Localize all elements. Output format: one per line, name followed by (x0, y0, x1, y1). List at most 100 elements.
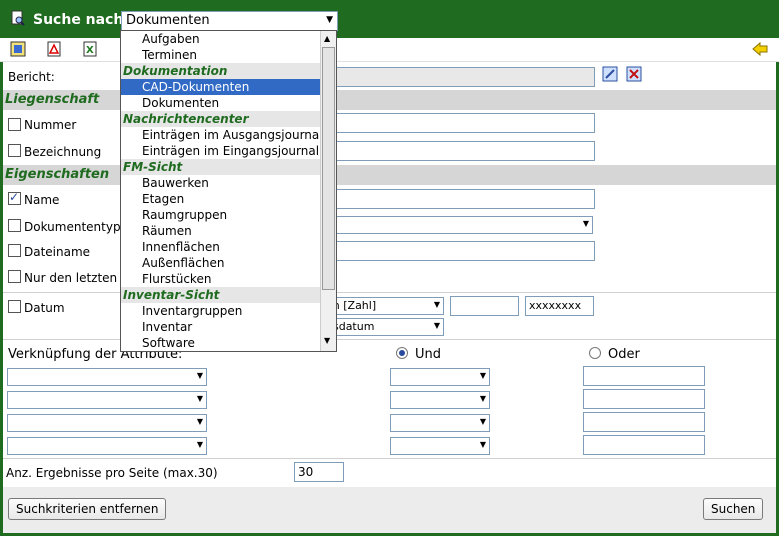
attr-select-1[interactable]: ▼ (7, 368, 207, 386)
divider (3, 292, 776, 293)
dateiname-input[interactable] (322, 241, 595, 261)
dropdown-option[interactable]: Außenflächen (121, 255, 336, 271)
datum-checkbox[interactable] (8, 300, 21, 313)
datum-value-input[interactable] (450, 296, 519, 316)
attr-value-input-1[interactable] (583, 366, 705, 386)
excel-icon[interactable]: X (82, 41, 98, 57)
attr-value-input-3[interactable] (583, 412, 705, 432)
bezeichnung-label: Bezeichnung (24, 145, 102, 159)
scroll-down-icon[interactable]: ▼ (324, 336, 330, 345)
dateiname-label: Dateiname (24, 245, 91, 259)
und-label: Und (415, 347, 442, 362)
section-liegenschaft: Liegenschaft (3, 90, 776, 110)
dropdown-option[interactable]: Terminen (121, 47, 336, 63)
chevron-down-icon: ▼ (433, 321, 440, 330)
attr-op-select-1[interactable]: ▼ (390, 368, 490, 386)
und-radio[interactable] (396, 347, 408, 359)
bericht-field (322, 67, 595, 87)
bezeichnung-input[interactable] (322, 141, 595, 161)
dropdown-option[interactable]: Etagen (121, 191, 336, 207)
search-type-select[interactable]: Dokumenten ▼ (121, 11, 338, 31)
section-eigenschaften: Eigenschaften (3, 165, 776, 185)
name-label: Name (24, 193, 60, 207)
bezeichnung-checkbox[interactable] (8, 144, 21, 157)
chevron-down-icon: ▼ (479, 394, 486, 403)
attr-select-4[interactable]: ▼ (7, 437, 207, 455)
svg-text:X: X (86, 45, 94, 56)
dropdown-option[interactable]: Räumen (121, 223, 336, 239)
dropdown-option[interactable]: Einträgen im Eingangsjournal (121, 143, 336, 159)
divider (3, 458, 776, 459)
nur-letzten-checkbox[interactable] (8, 270, 21, 283)
dropdown-option[interactable]: CAD-Dokumenten (121, 79, 336, 95)
dropdown-option[interactable]: Flurstücken (121, 271, 336, 287)
search-type-value: Dokumenten (126, 13, 210, 28)
document-search-icon (11, 10, 25, 26)
anz-input[interactable]: 30 (294, 462, 344, 482)
dropdown-list: Aufgaben Terminen Dokumentation CAD-Dokumen… (121, 31, 336, 351)
nummer-checkbox[interactable] (8, 118, 21, 131)
scroll-thumb[interactable] (322, 47, 335, 290)
chevron-down-icon: ▼ (196, 440, 203, 449)
datum-label: Datum (24, 301, 65, 315)
nummer-input[interactable] (322, 113, 595, 133)
datum-field-select[interactable]: gsdatum ▼ (322, 318, 444, 336)
scroll-up-icon[interactable]: ▲ (324, 34, 330, 43)
attr-select-2[interactable]: ▼ (7, 391, 207, 409)
anz-label: Anz. Ergebnisse pro Seite (max.30) (6, 466, 218, 480)
nur-letzten-label: Nur den letzten I (24, 271, 125, 285)
nummer-label: Nummer (24, 118, 77, 132)
title-label: Suche nach (33, 12, 124, 28)
dokumententyp-checkbox[interactable] (8, 219, 21, 232)
anz-value: 30 (298, 465, 314, 479)
edit-report-icon[interactable] (602, 66, 618, 82)
search-button[interactable]: Suchen (703, 498, 764, 520)
datum-unit-value: xxxxxxxx (529, 299, 582, 312)
remove-criteria-button[interactable]: Suchkriterien entfernen (8, 498, 167, 520)
chevron-down-icon: ▼ (326, 15, 333, 25)
chevron-down-icon: ▼ (433, 300, 440, 309)
dropdown-scrollbar[interactable]: ▲ ▼ (320, 31, 336, 351)
datum-unit-input[interactable]: xxxxxxxx (525, 296, 594, 316)
dropdown-group-header: Inventar-Sicht (121, 287, 336, 303)
toolbar: X (0, 38, 779, 62)
chevron-down-icon: ▼ (479, 440, 486, 449)
dropdown-group-header: Dokumentation (121, 63, 336, 79)
dokumententyp-select[interactable]: ▼ (322, 216, 593, 234)
attr-op-select-3[interactable]: ▼ (390, 414, 490, 432)
search-type-dropdown[interactable]: Aufgaben Terminen Dokumentation CAD-Dokumen… (120, 30, 337, 352)
dropdown-option[interactable]: Aufgaben (121, 31, 336, 47)
dropdown-option[interactable]: Inventar (121, 319, 336, 335)
dropdown-option[interactable]: Raumgruppen (121, 207, 336, 223)
attr-value-input-2[interactable] (583, 389, 705, 409)
oder-radio[interactable] (589, 347, 601, 359)
dropdown-option[interactable]: Software (121, 335, 336, 351)
dateiname-checkbox[interactable] (8, 244, 21, 257)
report-icon[interactable] (10, 41, 26, 57)
delete-report-icon[interactable] (626, 66, 642, 82)
dropdown-option[interactable]: Bauwerken (121, 175, 336, 191)
dokumententyp-label: Dokumententyp (24, 220, 121, 234)
attr-select-3[interactable]: ▼ (7, 414, 207, 432)
title-bar: Suche nach Dokumenten ▼ (0, 0, 779, 38)
back-arrow-icon[interactable] (752, 41, 768, 57)
divider (3, 339, 776, 340)
chevron-down-icon: ▼ (196, 417, 203, 426)
dropdown-option[interactable]: Innenflächen (121, 239, 336, 255)
dropdown-group-header: Nachrichtencenter (121, 111, 336, 127)
name-checkbox[interactable] (8, 190, 21, 205)
dropdown-option[interactable]: Einträgen im Ausgangsjournal (121, 127, 336, 143)
chevron-down-icon: ▼ (196, 394, 203, 403)
pdf-icon[interactable] (46, 41, 62, 57)
attr-value-input-4[interactable] (583, 435, 705, 455)
chevron-down-icon: ▼ (196, 371, 203, 380)
dropdown-option[interactable]: Dokumenten (121, 95, 336, 111)
attr-op-select-2[interactable]: ▼ (390, 391, 490, 409)
name-input[interactable] (322, 189, 595, 209)
dropdown-option[interactable]: Inventargruppen (121, 303, 336, 319)
oder-label: Oder (608, 347, 640, 362)
attr-op-select-4[interactable]: ▼ (390, 437, 490, 455)
dropdown-group-header: FM-Sicht (121, 159, 336, 175)
chevron-down-icon: ▼ (479, 417, 486, 426)
datum-type-select[interactable]: en [Zahl] ▼ (322, 297, 444, 315)
